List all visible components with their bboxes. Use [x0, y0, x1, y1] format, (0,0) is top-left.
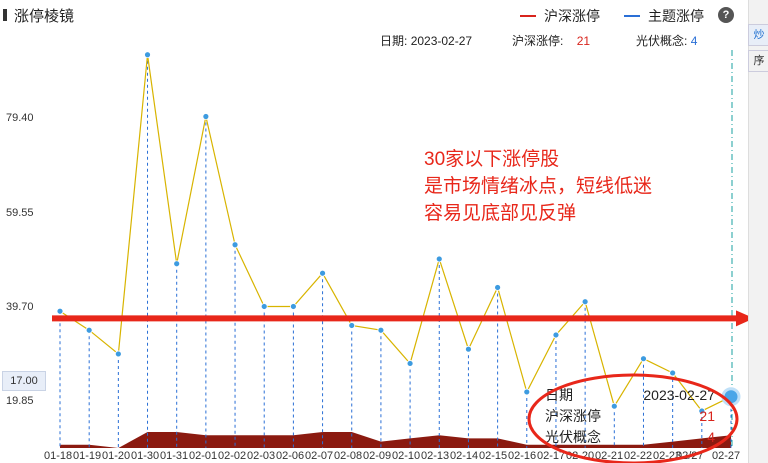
tooltip-date-row: 日期 2023-02-27: [545, 384, 715, 405]
x-tick-label: 02-09: [363, 450, 392, 462]
x-tick-label: 01-18: [44, 450, 73, 462]
data-point: [319, 269, 326, 277]
side-tab-1[interactable]: 序: [748, 50, 768, 72]
tooltip-hs-label: 沪深涨停: [545, 407, 601, 424]
y-tick-label: 59.55: [6, 206, 34, 219]
data-point: [260, 303, 268, 310]
tooltip-topic-value: 4: [707, 428, 715, 445]
x-tick-label: 02-01: [189, 450, 218, 462]
data-point: [144, 51, 151, 59]
annotation-text: 30家以下涨停股 是市场情绪冰点，短线低迷 容易见底部见反弹: [424, 146, 652, 227]
data-point: [173, 260, 181, 268]
x-tick-label: 02-22: [624, 450, 653, 462]
data-point: [289, 303, 297, 310]
x-tick-label: 02/27: [676, 450, 704, 462]
data-point: [377, 326, 385, 334]
data-point: [348, 322, 356, 329]
x-tick-label: 02-10: [392, 450, 421, 462]
data-point: [581, 298, 589, 306]
x-tick-label: 02-16: [508, 450, 537, 462]
data-point: [114, 350, 122, 358]
x-tick-label: 01-31: [160, 450, 189, 462]
x-tick-label: 02-03: [247, 450, 276, 462]
x-tick-label: 01-20: [102, 450, 131, 462]
tooltip-hs-row: 沪深涨停 21: [545, 405, 715, 426]
data-point: [523, 388, 531, 396]
annotation-line-1: 30家以下涨停股: [424, 149, 560, 170]
current-value-box: 17.00: [2, 371, 46, 391]
x-tick-label: 02-07: [305, 450, 334, 462]
data-point: [465, 345, 472, 353]
annotation-line-2: 是市场情绪冰点，短线低迷: [424, 176, 653, 197]
tooltip-hs-value: 21: [699, 407, 715, 424]
x-tick-label: 02-08: [334, 450, 363, 462]
data-point: [56, 307, 64, 315]
x-tick-label: 02-21: [595, 450, 624, 462]
x-tick-label: 02-06: [276, 450, 305, 462]
y-tick-label: 19.85: [6, 395, 34, 408]
data-point: [552, 331, 560, 339]
tooltip: 日期 2023-02-27 沪深涨停 21 光伏概念 4: [545, 384, 715, 447]
data-point: [494, 284, 502, 291]
data-point: [640, 355, 647, 363]
x-tick-label: 02-27: [712, 450, 741, 462]
data-point: [406, 360, 414, 367]
x-tick-label: 01-19: [73, 450, 102, 462]
tooltip-date-label: 日期: [545, 386, 573, 403]
data-point: [231, 241, 239, 249]
data-point: [85, 326, 93, 334]
annotation-line-3: 容易见底部见反弹: [424, 203, 577, 224]
x-tick-label: 02-17: [537, 450, 566, 462]
data-point: [721, 387, 741, 407]
side-tab-0[interactable]: 炒: [748, 24, 768, 46]
x-tick-label: 02-13: [421, 450, 450, 462]
data-point: [669, 369, 677, 377]
y-tick-label: 39.70: [6, 300, 34, 313]
tooltip-date-value: 2023-02-27: [643, 386, 715, 403]
x-tick-label: 02-20: [566, 450, 595, 462]
data-point: [435, 255, 443, 263]
tooltip-topic-label: 光伏概念: [545, 428, 601, 445]
y-tick-label: 79.40: [6, 112, 34, 125]
x-tick-label: 02-15: [479, 450, 508, 462]
x-tick-label: 02-14: [450, 450, 479, 462]
x-tick-label: 02-02: [218, 450, 247, 462]
x-tick-label: 01-30: [131, 450, 160, 462]
data-point: [202, 113, 210, 120]
line-series-hs: [59, 54, 732, 412]
tooltip-topic-row: 光伏概念 4: [545, 426, 715, 447]
reference-arrow: [52, 310, 748, 327]
